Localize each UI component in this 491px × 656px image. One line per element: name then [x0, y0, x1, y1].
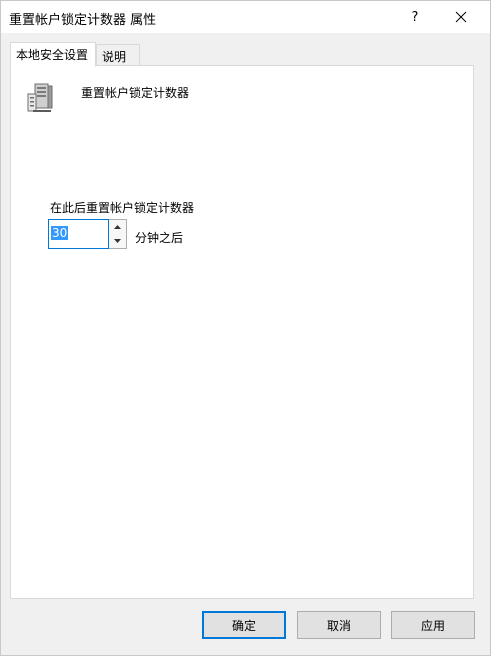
apply-button[interactable]: 应用: [391, 611, 475, 639]
cancel-button[interactable]: 取消: [297, 611, 381, 639]
minutes-spinbox: 30: [48, 219, 127, 249]
tab-label: 本地安全设置: [16, 48, 89, 62]
tab-panel: 重置帐户锁定计数器 在此后重置帐户锁定计数器 30 分钟之后: [10, 65, 474, 599]
tab-label: 说明: [102, 50, 127, 64]
tab-local-security-setting[interactable]: 本地安全设置: [10, 42, 96, 67]
help-label: ?: [411, 9, 419, 25]
ok-button[interactable]: 确定: [202, 611, 286, 639]
close-icon: [455, 11, 467, 23]
chevron-down-icon: [114, 239, 121, 243]
spin-down-button[interactable]: [109, 234, 126, 248]
chevron-up-icon: [114, 225, 121, 229]
spin-up-button[interactable]: [109, 220, 126, 235]
ok-label: 确定: [231, 618, 256, 633]
server-icon: [27, 83, 53, 112]
properties-dialog: 重置帐户锁定计数器 属性 ? 本地安全设置 说明 重置帐户锁定计数器 在此后重置…: [0, 0, 491, 656]
help-button[interactable]: ?: [393, 1, 437, 33]
policy-name: 重置帐户锁定计数器: [81, 86, 190, 100]
spin-buttons: [109, 219, 127, 249]
apply-label: 应用: [420, 618, 445, 633]
minutes-input[interactable]: 30: [48, 219, 109, 249]
window-title: 重置帐户锁定计数器 属性: [9, 13, 157, 28]
minutes-value: 30: [51, 226, 69, 240]
close-button[interactable]: [439, 1, 483, 33]
minutes-unit-label: 分钟之后: [135, 231, 184, 245]
reset-counter-label: 在此后重置帐户锁定计数器: [50, 201, 195, 215]
cancel-label: 取消: [326, 618, 351, 633]
title-bar: 重置帐户锁定计数器 属性 ?: [1, 1, 490, 33]
tab-explain[interactable]: 说明: [96, 44, 140, 66]
